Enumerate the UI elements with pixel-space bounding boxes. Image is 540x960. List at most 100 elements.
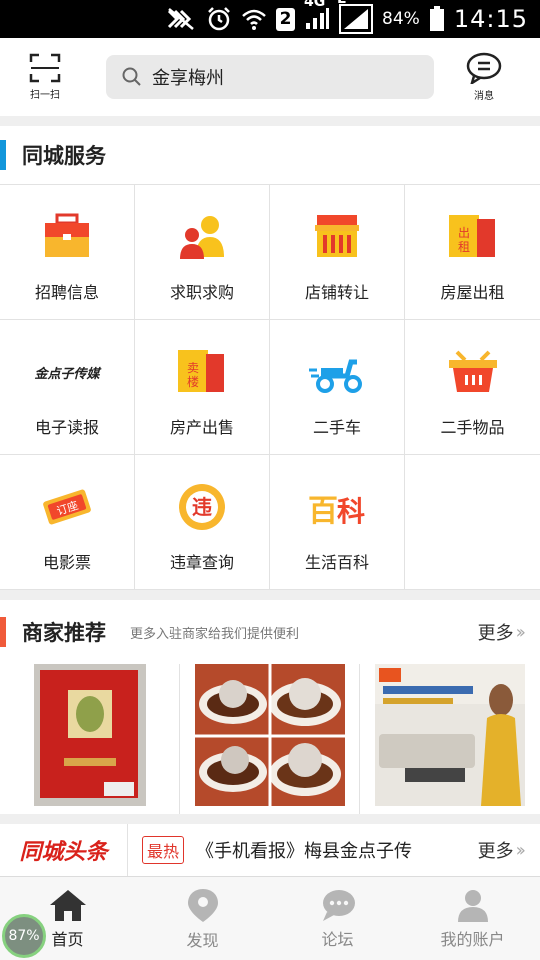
service-label: 生活百科: [304, 553, 369, 572]
double-chevron-right-icon: ››: [515, 839, 527, 861]
service-shop-transfer[interactable]: 店铺转让: [270, 185, 405, 320]
double-chevron-right-icon: ››: [515, 621, 527, 643]
service-label: 房屋出租: [440, 283, 505, 302]
search-input[interactable]: 金享梅州: [106, 55, 434, 99]
service-recruitment[interactable]: 招聘信息: [0, 185, 135, 320]
service-label: 违章查询: [169, 553, 234, 572]
service-label: 店铺转让: [304, 283, 369, 302]
headline-link[interactable]: 《手机看报》梅县金点子传: [196, 837, 436, 863]
merchant-section: 商家推荐 更多入驻商家给我们提供便利 更多 ››: [0, 600, 540, 814]
message-icon: [466, 52, 502, 84]
svg-text:科: 科: [337, 495, 365, 528]
city-services-section: 同城服务 招聘信息 求职求购 店铺转让 出 租 房屋出租 金点子传媒 电子读报 …: [0, 126, 540, 590]
merchant-item[interactable]: [0, 664, 180, 814]
merchant-item[interactable]: [360, 664, 540, 814]
tab-label: 我的账户: [440, 929, 505, 949]
section-title: 同城服务: [22, 144, 106, 168]
chat-bubbles-icon: [322, 889, 355, 921]
bottom-tab-bar: 首页 发现 论坛 我的账户: [0, 876, 540, 960]
briefcase-icon: [37, 211, 97, 263]
service-e-newspaper[interactable]: 金点子传媒 电子读报: [0, 320, 135, 455]
clock: 14:15: [453, 5, 528, 33]
service-house-rent[interactable]: 出租 房屋出租: [405, 185, 540, 320]
basket-icon: [443, 346, 503, 398]
section-title: 商家推荐: [22, 621, 106, 645]
tab-my-account[interactable]: 我的账户: [405, 877, 540, 960]
svg-text:出: 出: [457, 226, 469, 240]
network-type-e: E: [337, 0, 347, 7]
scooter-icon: [307, 346, 367, 398]
scan-label: 扫一扫: [30, 90, 60, 101]
section-accent-bar: [0, 140, 6, 170]
tab-label: 论坛: [321, 929, 354, 949]
signal-4g-icon: 4G: [304, 0, 330, 31]
svg-text:违: 违: [192, 495, 212, 519]
more-label: 更多: [477, 623, 514, 644]
svg-text:百: 百: [308, 494, 338, 529]
battery-percent: 84%: [382, 9, 420, 29]
wifi-icon: [241, 7, 267, 31]
search-icon: [122, 67, 141, 86]
search-text: 金享梅州: [152, 68, 224, 89]
tab-label: 发现: [186, 930, 219, 950]
message-label: 消息: [474, 91, 494, 102]
sim-slot-indicator: 2: [276, 7, 296, 31]
sofa-furniture-ad-image: [375, 664, 525, 806]
service-used-goods[interactable]: 二手物品: [405, 320, 540, 455]
merchant-item[interactable]: [180, 664, 360, 814]
service-label: 招聘信息: [34, 283, 99, 302]
headline-row: 同城头条 最热 《手机看报》梅县金点子传 更多 ››: [0, 824, 540, 876]
merchant-header: 商家推荐 更多入驻商家给我们提供便利 更多 ››: [0, 600, 540, 664]
alarm-icon: [206, 6, 232, 32]
sale-sign-icon: 卖楼: [172, 346, 232, 398]
section-subtitle: 更多入驻商家给我们提供便利: [130, 626, 300, 642]
tea-gift-box-image: [33, 664, 146, 806]
status-bar: 2 4G E 84% 14:15: [0, 0, 540, 38]
user-icon: [457, 889, 488, 922]
hot-badge: 最热: [142, 836, 185, 864]
tab-discover[interactable]: 发现: [135, 877, 270, 960]
section-accent-bar: [0, 617, 6, 647]
tab-forum[interactable]: 论坛: [270, 877, 405, 960]
service-label: 电子读报: [34, 418, 99, 437]
svg-text:租: 租: [457, 240, 469, 254]
merchant-image-row: [0, 664, 540, 814]
headline-logo-text: 同城头条: [19, 840, 108, 865]
service-grid: 招聘信息 求职求购 店铺转让 出租 房屋出租 金点子传媒 电子读报 卖 楼 房产…: [0, 184, 540, 590]
service-life-encyclopedia[interactable]: 百科 生活百科: [270, 455, 405, 590]
city-services-header: 同城服务: [0, 126, 540, 184]
service-traffic-violation[interactable]: 违 违章查询: [135, 455, 270, 590]
message-button[interactable]: 消息: [444, 38, 524, 116]
encyclopedia-icon: 百科: [307, 481, 367, 533]
service-label: 房产出售: [169, 418, 234, 437]
shop-icon: [307, 211, 367, 263]
service-empty-cell: [405, 455, 540, 590]
service-property-sale[interactable]: 卖楼 房产出售: [135, 320, 270, 455]
svg-text:楼: 楼: [187, 374, 199, 389]
service-label: 求职求购: [169, 283, 234, 302]
merchant-more-link[interactable]: 更多 ››: [477, 619, 527, 645]
service-label: 二手车: [312, 418, 361, 437]
scan-icon: [29, 53, 61, 83]
headline-section: 同城头条 最热 《手机看报》梅县金点子传 更多 ››: [0, 824, 540, 876]
top-header: 扫一扫 金享梅州 消息: [0, 38, 540, 116]
rent-sign-icon: 出租: [443, 211, 503, 263]
service-job-seeking[interactable]: 求职求购: [135, 185, 270, 320]
network-type-4g: 4G: [304, 0, 326, 10]
headline-logo: 同城头条: [0, 824, 128, 876]
headline-more-link[interactable]: 更多 ››: [477, 837, 527, 863]
tab-label: 首页: [51, 929, 84, 949]
service-used-car[interactable]: 二手车: [270, 320, 405, 455]
newspaper-logo-text: 金点子传媒: [34, 366, 100, 382]
svg-text:卖: 卖: [187, 361, 199, 375]
battery-icon: [429, 6, 445, 32]
service-movie-ticket[interactable]: 订座 电影票: [0, 455, 135, 590]
location-pin-icon: [187, 888, 218, 922]
signal-e-icon: E: [337, 0, 374, 34]
floating-percent-bubble[interactable]: 87%: [2, 914, 46, 958]
more-label: 更多: [477, 841, 514, 862]
scan-button[interactable]: 扫一扫: [0, 38, 90, 116]
home-icon: [49, 889, 86, 921]
people-icon: [172, 211, 232, 263]
service-label: 电影票: [42, 553, 91, 572]
